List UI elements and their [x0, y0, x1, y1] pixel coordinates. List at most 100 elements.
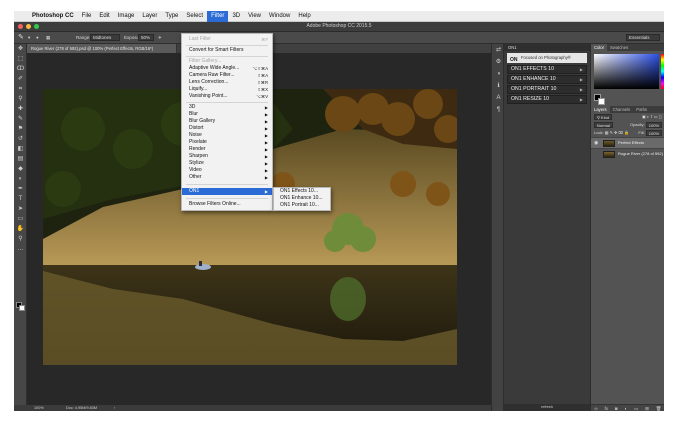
layer-mask-icon[interactable]: ◙ [615, 405, 618, 411]
menu-item-render[interactable]: Render ▶ [182, 146, 272, 153]
menu-item-lens-correction[interactable]: Lens Correction... ⇧⌘R [182, 79, 272, 86]
menu-item-sharpen[interactable]: Sharpen ▶ [182, 153, 272, 160]
menu-item-noise[interactable]: Noise ▶ [182, 132, 272, 139]
menu-item-adaptive-wide-angle[interactable]: Adaptive Wide Angle... ⌥⇧⌘A [182, 65, 272, 72]
submenu-item-on1-effects[interactable]: ON1 Effects 10... [274, 188, 330, 195]
background-color-swatch[interactable] [19, 305, 25, 311]
menu-filter[interactable]: Filter [207, 11, 229, 22]
lasso-tool-icon[interactable]: ↀ [14, 64, 27, 74]
color-picker-field[interactable] [594, 54, 659, 89]
menu-app[interactable]: Photoshop CC [28, 11, 78, 22]
adjustment-layer-icon[interactable]: ◐ [624, 405, 627, 411]
menu-window[interactable]: Window [265, 11, 294, 22]
menu-view[interactable]: View [244, 11, 265, 22]
tab-layers[interactable]: Layers [591, 106, 610, 113]
workspace-select[interactable]: Essentials [626, 34, 660, 41]
menu-item-distort[interactable]: Distort ▶ [182, 125, 272, 132]
on1-effects-button[interactable]: ON1 EFFECTS 10 ▶ [507, 65, 587, 74]
menu-file[interactable]: File [78, 11, 96, 22]
submenu-item-on1-portrait[interactable]: ON1 Portrait 10... [274, 202, 330, 209]
on1-portrait-button[interactable]: ON1 PORTRAIT 10 ▶ [507, 85, 587, 94]
tab-channels[interactable]: Channels [610, 106, 634, 113]
layer-row[interactable]: Rogue River (278 of 592) [591, 148, 664, 159]
status-bar: 100% Doc: 4.95M/9.83M › [14, 405, 491, 411]
menu-item-blur-gallery[interactable]: Blur Gallery ▶ [182, 118, 272, 125]
quick-select-tool-icon[interactable]: ✐ [14, 74, 27, 84]
layer-kind-select[interactable]: ⚲ Kind [594, 113, 613, 120]
menu-item-browse-filters-online[interactable]: Browse Filters Online... [182, 201, 272, 208]
exposure-input[interactable]: 50% [138, 34, 154, 41]
menu-item-on1[interactable]: ON1 ▶ [182, 188, 272, 195]
shape-tool-icon[interactable]: ▭ [14, 214, 27, 224]
menu-item-vanishing-point[interactable]: Vanishing Point... ⌥⌘V [182, 93, 272, 100]
menu-3d[interactable]: 3D [228, 11, 244, 22]
clone-stamp-tool-icon[interactable]: ⚑ [14, 124, 27, 134]
document-tab[interactable]: Rogue River (278 of 592).psd @ 100% (Per… [27, 44, 177, 53]
dodge-tool-icon[interactable]: ◐ [14, 174, 27, 184]
submenu-item-on1-enhance[interactable]: ON1 Enhance 10... [274, 195, 330, 202]
menu-image[interactable]: Image [114, 11, 139, 22]
menu-item-convert-smart-filters[interactable]: Convert for Smart Filters [182, 47, 272, 54]
zoom-tool-icon[interactable]: ⚲ [14, 234, 27, 244]
menu-item-filter-gallery[interactable]: Filter Gallery... [182, 58, 272, 65]
marquee-tool-icon[interactable]: ⬚ [14, 54, 27, 64]
brush-tool-icon[interactable]: ✎ [14, 114, 27, 124]
eyedropper-tool-icon[interactable]: ⚲ [14, 94, 27, 104]
healing-tool-icon[interactable]: ✚ [14, 104, 27, 114]
layer-style-icon[interactable]: fx [605, 405, 609, 411]
layer-filter-icons[interactable]: ▣ ◐ T ▭ ◻ [642, 113, 662, 121]
menu-item-video[interactable]: Video ▶ [182, 167, 272, 174]
brush-size-icon[interactable]: ● [36, 35, 39, 40]
menu-item-stylize[interactable]: Stylize ▶ [182, 160, 272, 167]
more-tools-icon[interactable]: … [14, 244, 27, 254]
gradient-tool-icon[interactable]: ▤ [14, 154, 27, 164]
status-menu-arrow-icon[interactable]: › [114, 405, 115, 411]
path-select-tool-icon[interactable]: ➤ [14, 204, 27, 214]
pen-tool-icon[interactable]: ✒ [14, 184, 27, 194]
blend-mode-select[interactable]: Normal [594, 121, 613, 128]
menu-item-other[interactable]: Other ▶ [182, 174, 272, 181]
new-group-icon[interactable]: ▭ [634, 405, 638, 411]
trash-icon[interactable]: 🗑 [656, 405, 662, 411]
zoom-level[interactable]: 100% [34, 405, 44, 411]
blur-tool-icon[interactable]: ◆ [14, 164, 27, 174]
hue-slider[interactable] [661, 54, 664, 89]
menu-select[interactable]: Select [182, 11, 207, 22]
airbrush-icon[interactable]: ✈ [158, 35, 162, 41]
tab-swatches[interactable]: Swatches [607, 44, 631, 51]
menu-edit[interactable]: Edit [95, 11, 113, 22]
on1-enhance-button[interactable]: ON1 ENHANCE 10 ▶ [507, 75, 587, 84]
brush-panel-icon[interactable]: ▦ [46, 35, 50, 41]
menu-item-blur[interactable]: Blur ▶ [182, 111, 272, 118]
tool-preset-picker[interactable]: ▾ [28, 35, 30, 41]
on1-resize-button[interactable]: ON1 RESIZE 10 ▶ [507, 95, 587, 104]
menu-item-last-filter[interactable]: Last Filter ⌘F [182, 36, 272, 43]
eraser-tool-icon[interactable]: ◧ [14, 144, 27, 154]
menu-item-3d[interactable]: 3D ▶ [182, 104, 272, 111]
move-tool-icon[interactable]: ✥ [14, 44, 27, 54]
layer-row[interactable]: ◉ Perfect Effects [591, 137, 664, 148]
background-color-swatch[interactable] [598, 98, 605, 105]
type-tool-icon[interactable]: T [14, 194, 27, 204]
crop-tool-icon[interactable]: ⌗ [14, 84, 27, 94]
lock-icons[interactable]: ▦ ✎ ✥ ⌧ 🔒 [605, 130, 630, 135]
range-select[interactable]: Midtones [90, 34, 120, 41]
menu-item-pixelate[interactable]: Pixelate ▶ [182, 139, 272, 146]
history-brush-tool-icon[interactable]: ↺ [14, 134, 27, 144]
menu-help[interactable]: Help [294, 11, 314, 22]
hand-tool-icon[interactable]: ✋ [14, 224, 27, 234]
menu-type[interactable]: Type [161, 11, 182, 22]
tab-paths[interactable]: Paths [633, 106, 650, 113]
menu-item-liquify[interactable]: Liquify... ⇧⌘X [182, 86, 272, 93]
new-layer-icon[interactable]: ⊞ [645, 405, 649, 411]
menu-layer[interactable]: Layer [138, 11, 161, 22]
fill-input[interactable]: 100% [645, 129, 662, 136]
on1-panel-header[interactable]: ON1 [504, 44, 590, 51]
menu-item-camera-raw[interactable]: Camera Raw Filter... ⇧⌘A [182, 72, 272, 79]
on1-refresh-button[interactable]: refresh [504, 404, 590, 411]
link-layers-icon[interactable]: ∞ [594, 405, 597, 411]
eye-icon[interactable]: ◉ [594, 138, 598, 148]
tab-color[interactable]: Color [591, 44, 608, 51]
opacity-input[interactable]: 100% [645, 121, 662, 128]
dodge-tool-icon[interactable]: ✎ [18, 34, 26, 42]
